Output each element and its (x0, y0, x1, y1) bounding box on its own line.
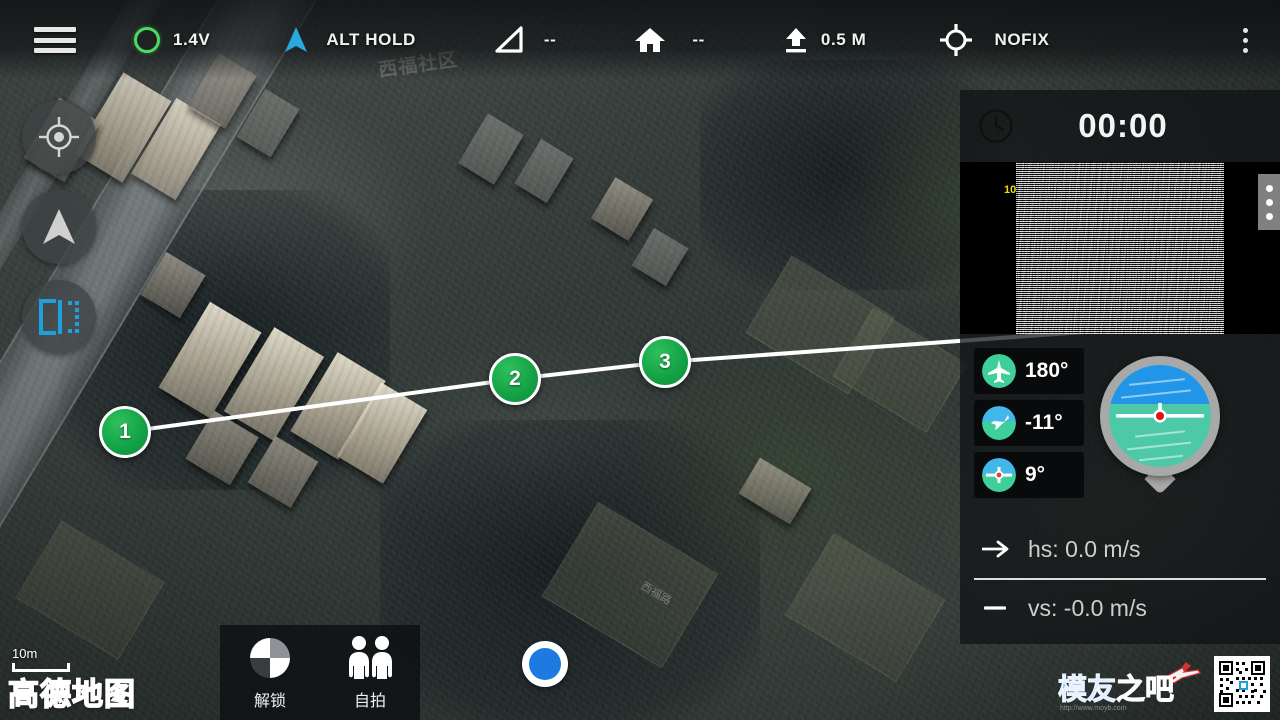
heading-value: 180° (1025, 359, 1069, 382)
pitch-readout[interactable]: -11° (974, 400, 1084, 446)
minus-icon (982, 599, 1010, 617)
video-static-noise (1016, 162, 1224, 334)
split-view-icon (39, 299, 79, 335)
forum-brand-part1: 模友 (1057, 674, 1117, 707)
roll-readout[interactable]: 9° (974, 452, 1084, 498)
flight-mode-label: ALT HOLD (326, 30, 416, 49)
plane-top-view-icon (982, 354, 1016, 388)
video-menu-button[interactable] (1258, 174, 1280, 230)
flight-timer[interactable]: 00:00 (960, 90, 1280, 162)
attitude-telemetry: 180° -11° 9° hs: 0.0 m/s vs: -0.0 m/s (960, 334, 1280, 644)
gps-status[interactable]: NOFIX (940, 0, 1049, 80)
battery-voltage-value: 1.4V (173, 30, 211, 49)
gps-fix-label: NOFIX (994, 30, 1050, 49)
qr-code-icon (1214, 656, 1270, 712)
split-screen-button[interactable] (22, 280, 96, 354)
battery-status[interactable]: 1.4V (134, 0, 210, 80)
signal-status[interactable]: -- (494, 0, 557, 80)
forum-brand-part2: 之吧 (1116, 674, 1175, 707)
pitch-value: -11° (1025, 411, 1063, 434)
home-icon (635, 28, 666, 52)
selfie-button[interactable]: 自拍 (330, 635, 410, 711)
flight-timer-value: 00:00 (1078, 107, 1168, 144)
attitude-rows: 180° -11° 9° (974, 348, 1084, 498)
vertical-speed-value: vs: -0.0 m/s (1028, 594, 1147, 621)
capture-button[interactable] (522, 641, 568, 687)
speed-readouts: hs: 0.0 m/s vs: -0.0 m/s (974, 520, 1266, 636)
signal-value: -- (543, 30, 557, 49)
attitude-indicator-bezel (1100, 356, 1220, 476)
horizontal-speed-value: hs: 0.0 m/s (1028, 535, 1141, 562)
map-provider-logo: 高德地图 (7, 676, 136, 713)
map-scale-label: 10m (12, 646, 38, 661)
clock-icon (979, 109, 1013, 143)
unlock-arm-button[interactable]: 解锁 (230, 635, 310, 711)
navigation-arrow-icon (285, 27, 308, 52)
video-osd-text: 10 (1004, 184, 1017, 196)
signal-triangle-icon (495, 26, 523, 53)
roll-value: 9° (1025, 463, 1046, 486)
overflow-menu-button[interactable] (1243, 0, 1248, 80)
artificial-horizon (1109, 365, 1211, 467)
horizontal-speed-row[interactable]: hs: 0.0 m/s (974, 520, 1266, 578)
heading-readout[interactable]: 180° (974, 348, 1084, 394)
selfie-label: 自拍 (353, 692, 386, 710)
menu-button[interactable] (34, 0, 76, 80)
plane-front-view-icon (982, 458, 1016, 492)
hamburger-menu-icon[interactable] (34, 27, 76, 53)
forum-brand-text: 模友之吧 (1057, 666, 1175, 708)
aircraft-symbol (1116, 403, 1204, 423)
more-vertical-icon[interactable] (1243, 27, 1248, 53)
two-people-icon (349, 635, 392, 679)
top-status-bar: 1.4V ALT HOLD -- -- 0.5 M NOFIX (0, 0, 1280, 80)
arrow-right-icon (982, 540, 1010, 558)
altitude-value: 0.5 M (820, 30, 867, 49)
attitude-indicator[interactable] (1100, 356, 1220, 496)
home-distance-value: -- (692, 30, 705, 49)
home-distance-status[interactable]: -- (634, 0, 705, 80)
unlock-arm-label: 解锁 (253, 692, 286, 710)
map-controls-group (22, 100, 96, 354)
heading-up-button[interactable] (22, 190, 96, 264)
battery-ring-icon (134, 27, 160, 53)
forum-watermark: 模友之吧 http://www.moyb.com (1057, 660, 1208, 712)
telemetry-panel: 00:00 10 180° -11° 9° hs: 0.0 m/s vs: -0… (960, 90, 1280, 644)
navigation-arrow-icon (43, 209, 75, 244)
record-dot-icon (529, 648, 561, 680)
altitude-up-icon (785, 28, 806, 53)
locate-me-button[interactable] (22, 100, 96, 174)
plane-side-view-icon (982, 406, 1016, 440)
pinwheel-icon (250, 637, 290, 678)
crosshair-target-icon (39, 117, 79, 157)
bottom-action-bar: 解锁 自拍 (220, 625, 420, 720)
altitude-status[interactable]: 0.5 M (783, 0, 867, 80)
flight-mode-status[interactable]: ALT HOLD (284, 0, 415, 80)
gps-crosshair-icon (940, 24, 973, 56)
forum-url: http://www.moyb.com (1060, 705, 1127, 712)
video-feed[interactable]: 10 (960, 162, 1280, 334)
vertical-speed-row[interactable]: vs: -0.0 m/s (974, 578, 1266, 636)
